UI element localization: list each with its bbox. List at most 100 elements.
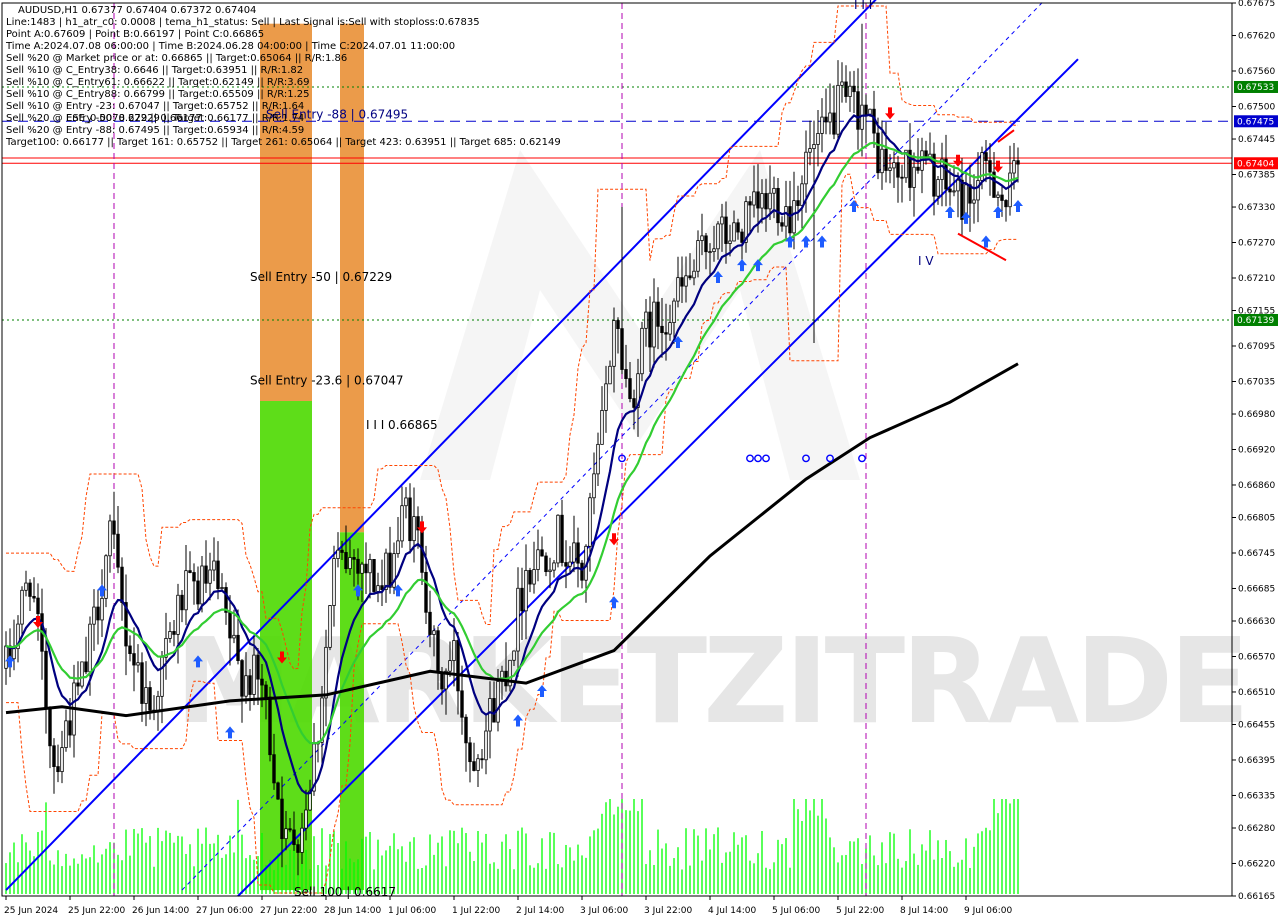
candle-body <box>516 587 520 652</box>
candle-body <box>440 671 444 690</box>
candle-body <box>368 559 372 574</box>
x-tick-label: 25 Jun 2024 <box>4 906 58 916</box>
candle-body <box>960 179 964 220</box>
x-tick-label: 2 Jul 14:00 <box>516 906 565 916</box>
candle-body <box>684 275 688 287</box>
candle-body <box>156 695 160 712</box>
candle-body <box>864 104 868 116</box>
candle-body <box>284 828 288 840</box>
candle-body <box>112 520 116 535</box>
candle-body <box>660 325 664 334</box>
candle-body <box>752 191 756 206</box>
candle-body <box>524 570 528 612</box>
candle-body <box>88 623 92 673</box>
candle-body <box>1012 160 1016 174</box>
price-level-label: 0.67139 <box>1237 316 1274 326</box>
candle-body <box>12 648 16 660</box>
candle-body <box>840 81 844 86</box>
candle-body <box>80 661 84 687</box>
candle-body <box>884 148 888 171</box>
candle-body <box>896 162 900 178</box>
y-tick-label: 0.66805 <box>1238 514 1275 524</box>
y-tick-label: 0.66220 <box>1238 859 1275 869</box>
info-line: Line:1483 | h1_atr_c0: 0.0008 | tema_h1_… <box>6 17 480 28</box>
candle-body <box>740 231 744 243</box>
candle-body <box>68 720 72 736</box>
candle-body <box>140 662 144 704</box>
candle-body <box>200 565 204 605</box>
info-line: Target100: 0.66177 || Target 161: 0.6575… <box>5 137 561 148</box>
info-line: Sell %20 @ Market price or at: 0.66865 |… <box>6 53 347 64</box>
candle-body <box>388 552 392 588</box>
candle-body <box>212 560 216 571</box>
y-tick-label: 0.67560 <box>1238 67 1275 77</box>
candle-body <box>892 162 896 169</box>
candle-body <box>912 166 916 188</box>
candle-body <box>824 116 828 123</box>
y-tick-label: 0.67385 <box>1238 171 1275 181</box>
candle-body <box>336 549 340 559</box>
candle-body <box>216 560 220 589</box>
candle-body <box>276 782 280 800</box>
candle-body <box>520 587 524 612</box>
info-line: Sell %10 @ C_Entry38: 0.6646 || Target:0… <box>6 65 303 76</box>
candle-body <box>648 311 652 348</box>
candle-body <box>576 542 580 564</box>
candle-body <box>996 194 1000 198</box>
candle-body <box>264 684 268 698</box>
candle-body <box>664 332 668 335</box>
y-tick-label: 0.67035 <box>1238 377 1275 387</box>
x-tick-label: 5 Jul 06:00 <box>772 906 821 916</box>
y-tick-label: 0.67500 <box>1238 102 1275 112</box>
y-tick-label: 0.66685 <box>1238 584 1275 594</box>
candle-body <box>844 81 848 97</box>
candle-body <box>748 201 752 206</box>
candle-body <box>800 183 804 206</box>
candle-body <box>304 809 308 829</box>
candle-body <box>1008 172 1012 208</box>
candle-body <box>540 549 544 557</box>
candle-body <box>128 645 132 655</box>
candle-body <box>728 240 732 244</box>
candle-body <box>248 675 252 695</box>
candle-body <box>720 216 724 225</box>
candle-body <box>764 193 768 210</box>
symbol-line: AUDUSD,H1 0.67377 0.67404 0.67372 0.6740… <box>18 5 256 16</box>
candle-body <box>796 200 800 206</box>
candle-body <box>604 383 608 411</box>
candle-body <box>184 570 188 611</box>
candle-body <box>332 558 336 606</box>
candle-body <box>760 193 764 209</box>
candle-body <box>496 681 500 723</box>
y-tick-label: 0.66570 <box>1238 652 1275 662</box>
chart-annotation: I I I 0.66865 <box>366 418 438 432</box>
x-tick-label: 25 Jun 22:00 <box>68 906 125 916</box>
candle-body <box>432 630 436 635</box>
candle-body <box>176 594 180 635</box>
y-tick-label: 0.66980 <box>1238 410 1275 420</box>
candle-body <box>144 687 148 704</box>
y-tick-label: 0.67095 <box>1238 342 1275 352</box>
info-line: Point A:0.67609 | Point B:0.66197 | Poin… <box>6 29 264 40</box>
candle-body <box>836 84 840 135</box>
candle-body <box>288 828 292 831</box>
y-tick-label: 0.67270 <box>1238 239 1275 249</box>
candle-body <box>848 85 852 97</box>
candle-body <box>656 301 660 327</box>
candle-body <box>804 151 808 185</box>
candle-body <box>20 589 24 625</box>
candle-body <box>528 570 532 585</box>
candle-body <box>320 697 324 743</box>
candle-body <box>104 555 108 599</box>
y-tick-label: 0.66165 <box>1238 892 1275 902</box>
x-tick-label: 27 Jun 06:00 <box>196 906 253 916</box>
candle-body <box>736 222 740 233</box>
candle-body <box>780 222 784 227</box>
candle-body <box>828 112 832 123</box>
candle-body <box>256 654 260 680</box>
candle-body <box>560 514 564 563</box>
y-tick-label: 0.67155 <box>1238 307 1275 317</box>
candle-body <box>76 682 80 687</box>
candle-body <box>436 630 440 673</box>
candle-body <box>100 597 104 621</box>
